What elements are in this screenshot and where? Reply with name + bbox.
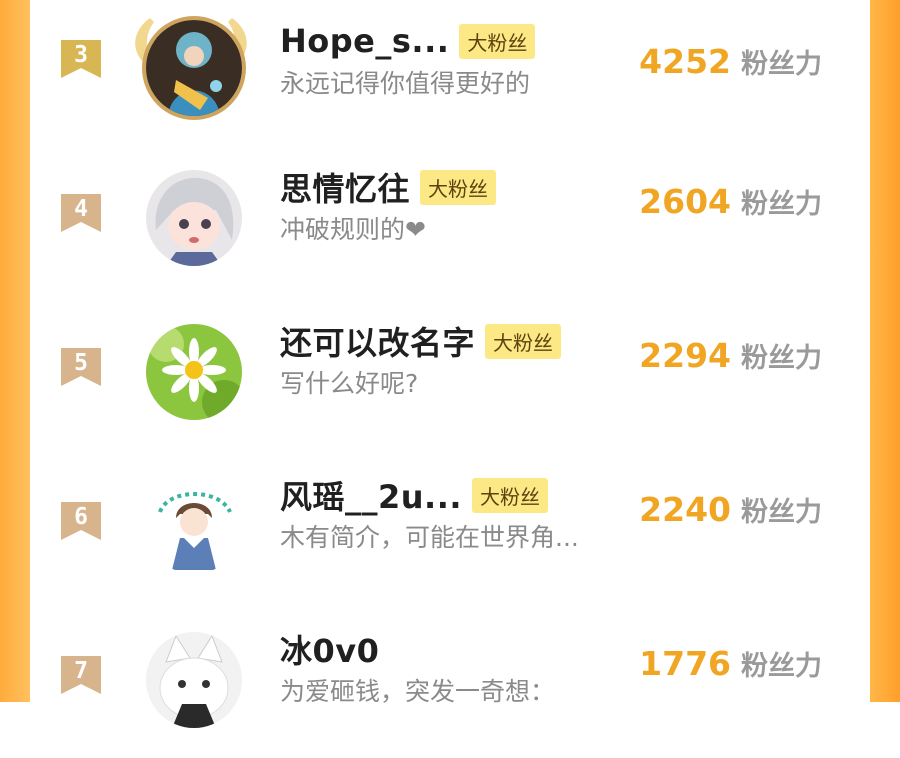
anime-white-hair-avatar[interactable]	[146, 170, 242, 266]
fan-power-value: 1776	[639, 644, 731, 683]
fan-power-score: 4252 粉丝力	[639, 42, 822, 81]
user-bio: 写什么好呢?	[280, 369, 419, 398]
user-bio: 永远记得你值得更好的	[280, 69, 531, 98]
fan-power-unit: 粉丝力	[741, 497, 822, 528]
fan-power-unit: 粉丝力	[741, 651, 822, 682]
name-line: 冰0v0	[280, 628, 379, 670]
daisy-avatar[interactable]	[146, 324, 242, 420]
user-name[interactable]: 冰0v0	[280, 626, 379, 672]
fan-power-value: 4252	[639, 42, 731, 81]
rank-ribbon-icon: 5	[59, 346, 103, 390]
ranking-row[interactable]: 3 Hope_s... 大粉丝 永远记得你值得更好的 4252 粉丝力	[30, 0, 870, 142]
user-bio: 冲破规则的❤	[280, 215, 426, 244]
left-background-edge	[0, 0, 30, 702]
ranking-row[interactable]: 7 冰0v0 为爱砸钱，突发一奇想： 1776 粉丝力	[30, 608, 870, 758]
user-name[interactable]: 风瑶__2u...	[280, 472, 462, 518]
name-line: 风瑶__2u... 大粉丝	[280, 472, 549, 518]
anime-girl-sailor-avatar[interactable]	[146, 478, 242, 574]
fan-ranking-list: 3 Hope_s... 大粉丝 永远记得你值得更好的 4252 粉丝力 4 思情…	[30, 0, 870, 728]
fan-level-badge: 大粉丝	[485, 323, 562, 359]
fan-power-unit: 粉丝力	[741, 343, 822, 374]
rank-ribbon-icon: 3	[59, 38, 103, 82]
rank-number: 5	[74, 350, 88, 376]
fan-power-score: 2294 粉丝力	[639, 336, 822, 375]
rank-ribbon-icon: 4	[59, 192, 103, 236]
white-cat-avatar[interactable]	[146, 632, 242, 728]
name-line: 思情忆往 大粉丝	[280, 164, 497, 210]
fan-power-score: 2604 粉丝力	[639, 182, 822, 221]
rank-number: 3	[74, 42, 88, 68]
fan-power-unit: 粉丝力	[741, 189, 822, 220]
user-bio: 木有简介，可能在世界角...	[280, 523, 579, 552]
right-background-edge	[870, 0, 900, 702]
user-name[interactable]: Hope_s...	[280, 22, 449, 60]
fan-power-value: 2240	[639, 490, 731, 529]
fan-power-score: 2240 粉丝力	[639, 490, 822, 529]
rank-number: 6	[74, 504, 88, 530]
rank-number: 7	[74, 658, 88, 684]
user-bio: 为爱砸钱，突发一奇想：	[280, 677, 556, 706]
fan-power-score: 1776 粉丝力	[639, 644, 822, 683]
ranking-row[interactable]: 6 风瑶__2u... 大粉丝 木有简介，可能在世界角... 2240 粉丝力	[30, 454, 870, 604]
rank-ribbon-icon: 7	[59, 654, 103, 698]
fan-level-badge: 大粉丝	[459, 23, 536, 59]
user-name[interactable]: 还可以改名字	[280, 318, 475, 364]
fan-power-value: 2294	[639, 336, 731, 375]
fan-level-badge: 大粉丝	[472, 477, 549, 513]
user-name[interactable]: 思情忆往	[280, 164, 410, 210]
fan-power-unit: 粉丝力	[741, 49, 822, 80]
fan-power-value: 2604	[639, 182, 731, 221]
name-line: 还可以改名字 大粉丝	[280, 318, 562, 364]
ranking-row[interactable]: 4 思情忆往 大粉丝 冲破规则的❤ 2604 粉丝力	[30, 146, 870, 296]
ranking-row[interactable]: 5 还可以改名字 大粉丝 写什么好呢? 2294 粉丝力	[30, 300, 870, 450]
rank-number: 4	[74, 196, 88, 222]
fan-level-badge: 大粉丝	[420, 169, 497, 205]
anime-girl-avatar[interactable]	[146, 20, 242, 116]
rank-ribbon-icon: 6	[59, 500, 103, 544]
